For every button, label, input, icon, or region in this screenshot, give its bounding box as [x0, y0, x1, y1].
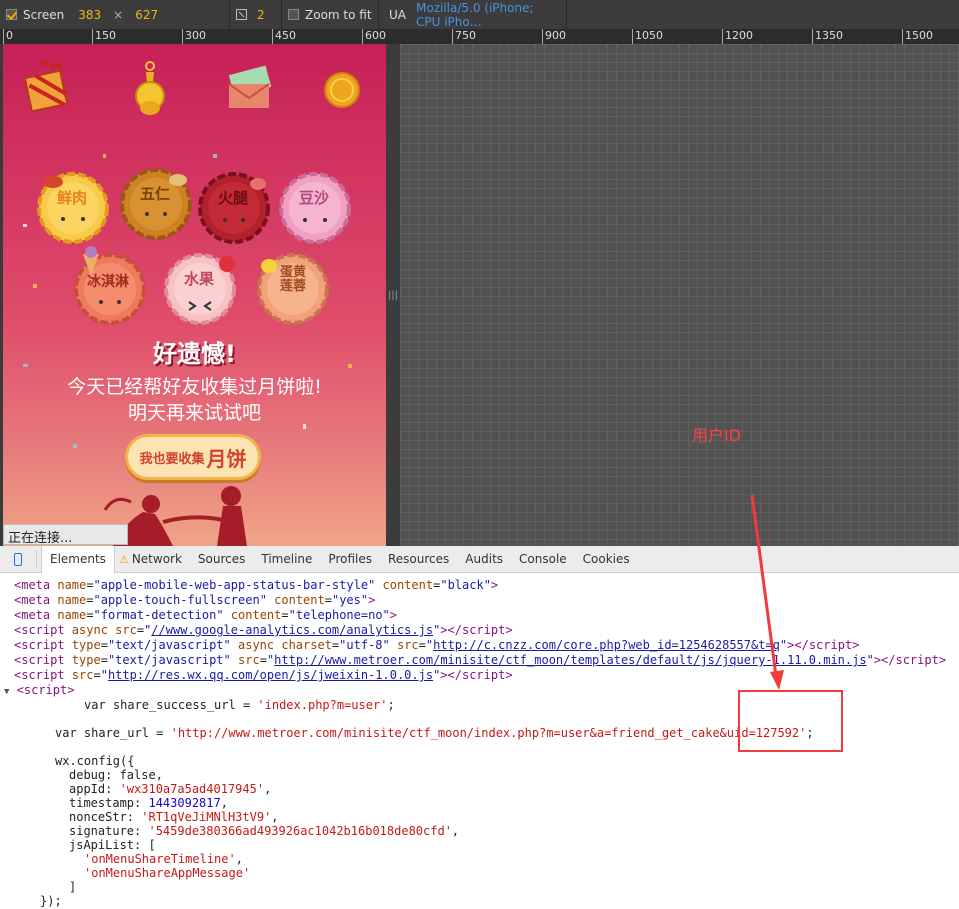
user-agent-setting: UA Mozilla/5.0 (iPhone; CPU iPho…	[379, 0, 567, 29]
screen-checkbox[interactable]	[6, 9, 17, 20]
emulation-toolbar: Screen 383 × 627 2 Zoom to fit UA Mozill…	[0, 0, 959, 29]
code-signature[interactable]: signature: '5459de380366ad493926ac1042b1…	[69, 824, 459, 839]
mooncake-label: 鲜肉	[57, 189, 88, 207]
tab-sources[interactable]: Sources	[190, 546, 253, 573]
user-id-annotation: 用户ID	[692, 426, 742, 445]
mooncake-label: 豆沙	[299, 189, 330, 207]
zoom-checkbox[interactable]	[288, 9, 299, 20]
ruler-tick: 1500	[902, 29, 933, 44]
code-api-item[interactable]: 'onMenuShareTimeline',	[84, 852, 243, 867]
script-link[interactable]: //www.google-analytics.com/analytics.js	[151, 623, 433, 637]
gold-pendant-icon	[135, 61, 165, 115]
mooncake-label: 火腿	[218, 189, 249, 207]
times-sign: ×	[113, 7, 124, 22]
code-appid[interactable]: appId: 'wx310a7a5ad4017945',	[69, 782, 271, 797]
code-share-url[interactable]: var share_url = 'http://www.metroer.com/…	[55, 726, 814, 741]
code-share-success-url[interactable]: var share_success_url = 'index.php?m=use…	[84, 698, 395, 713]
code-noncestr[interactable]: nonceStr: 'RT1qVeJiMNlH3tV9',	[69, 810, 279, 825]
mooncake-five-nut	[120, 168, 192, 240]
ua-label: UA	[389, 7, 406, 22]
screen-width-input[interactable]: 383	[78, 8, 101, 22]
ruler-tick: 1200	[722, 29, 753, 44]
pixel-ratio-icon	[236, 9, 247, 20]
script-link[interactable]: http://res.wx.qq.com/open/js/jweixin-1.0…	[108, 668, 433, 682]
ua-input[interactable]: Mozilla/5.0 (iPhone; CPU iPho…	[416, 1, 560, 29]
ruler-tick: 450	[272, 29, 296, 44]
script-link[interactable]: http://c.cnzz.com/core.php?web_id=125462…	[433, 638, 780, 652]
script-link[interactable]: http://www.metroer.com/minisite/ctf_moon…	[274, 653, 866, 667]
code-array-close: ]	[69, 880, 77, 894]
viewport-resize-handle[interactable]: |||	[386, 44, 400, 546]
warning-icon: ⚠	[118, 552, 129, 566]
mooncake-fresh-meat	[37, 172, 109, 244]
device-viewport: 鲜肉 五仁 火腿 豆沙 冰淇淋 水果 蛋黄莲蓉 好遗憾! 今天已经帮好友收集过月…	[3, 44, 386, 546]
code-api-item[interactable]: 'onMenuShareAppMessage'	[84, 866, 250, 881]
tab-resources[interactable]: Resources	[380, 546, 457, 573]
code-line-meta[interactable]: <meta name="apple-mobile-web-app-status-…	[14, 578, 498, 593]
uid-highlight-box	[738, 690, 843, 752]
collect-mooncake-button[interactable]: 我也要收集 月饼	[125, 434, 261, 480]
collect-button-text: 我也要收集	[139, 451, 205, 467]
ruler-tick: 600	[362, 29, 386, 44]
ruler-tick: 1350	[812, 29, 843, 44]
mooncake-label: 冰淇淋	[87, 274, 129, 290]
inspect-separator	[36, 550, 37, 568]
sorry-title: 好遗憾!	[153, 340, 236, 368]
tab-elements[interactable]: Elements	[41, 545, 115, 573]
devtools-tab-bar: Elements ⚠ Network Sources Timeline Prof…	[0, 545, 959, 573]
device-mode-icon[interactable]	[14, 552, 22, 566]
ruler-tick: 1050	[632, 29, 663, 44]
screen-height-input[interactable]: 627	[135, 8, 158, 22]
ruler-tick: 300	[182, 29, 206, 44]
zoom-to-fit[interactable]: Zoom to fit	[282, 0, 379, 29]
screen-label: Screen	[23, 7, 65, 22]
code-line-script[interactable]: <script async src="//www.google-analytic…	[14, 623, 513, 638]
mooncake-red-bean	[279, 172, 351, 244]
ruler-tick: 900	[542, 29, 566, 44]
code-jsapilist[interactable]: jsApiList: [	[69, 838, 156, 853]
pixel-ratio-input[interactable]: 2	[257, 8, 265, 22]
gold-coin-icon	[324, 72, 360, 108]
code-line-script[interactable]: <script type="text/javascript" src="http…	[14, 653, 946, 668]
try-again-message: 明天再来试试吧	[127, 402, 261, 424]
mooncake-label: 蛋黄莲蓉	[279, 265, 306, 294]
code-line-script[interactable]: <script type="text/javascript" async cha…	[14, 638, 859, 653]
tab-console[interactable]: Console	[511, 546, 575, 573]
mooncake-ham	[198, 172, 270, 244]
tab-cookies[interactable]: Cookies	[575, 546, 638, 573]
horizontal-ruler: 0 150 300 450 600 750 900 1050 1200 1350…	[0, 29, 959, 44]
tab-network[interactable]: Network	[129, 546, 190, 573]
code-line-script[interactable]: <script src="http://res.wx.qq.com/open/j…	[14, 668, 513, 683]
status-bubble: 正在连接...	[3, 524, 128, 546]
code-debug[interactable]: debug: false,	[69, 768, 163, 783]
collected-message: 今天已经帮好友收集过月饼啦!	[67, 376, 322, 398]
ruler-tick: 750	[452, 29, 476, 44]
tab-audits[interactable]: Audits	[457, 546, 511, 573]
tab-profiles[interactable]: Profiles	[320, 546, 380, 573]
ruler-tick: 150	[92, 29, 116, 44]
code-wx-config[interactable]: wx.config({	[55, 754, 134, 769]
ruler-tick: 0	[3, 29, 13, 44]
emulator-canvas	[400, 44, 959, 546]
screen-setting: Screen 383 × 627	[0, 0, 230, 29]
mooncake-label: 五仁	[140, 185, 171, 203]
code-line-meta[interactable]: <meta name="apple-touch-fullscreen" cont…	[14, 593, 375, 608]
code-config-close: });	[40, 894, 62, 908]
mooncake-label: 水果	[184, 270, 215, 288]
device-pixel-ratio: 2	[230, 0, 282, 29]
zoom-label: Zoom to fit	[305, 7, 372, 22]
mooncake-fruit	[164, 253, 236, 325]
gift-box-icon	[23, 61, 69, 113]
envelope-icon	[228, 65, 272, 108]
code-timestamp[interactable]: timestamp: 1443092817,	[69, 796, 228, 811]
collect-button-mooncake-text: 月饼	[206, 446, 247, 471]
code-line-script-open[interactable]: ▼ <script>	[4, 683, 74, 700]
tab-timeline[interactable]: Timeline	[253, 546, 320, 573]
code-line-meta[interactable]: <meta name="format-detection" content="t…	[14, 608, 397, 623]
